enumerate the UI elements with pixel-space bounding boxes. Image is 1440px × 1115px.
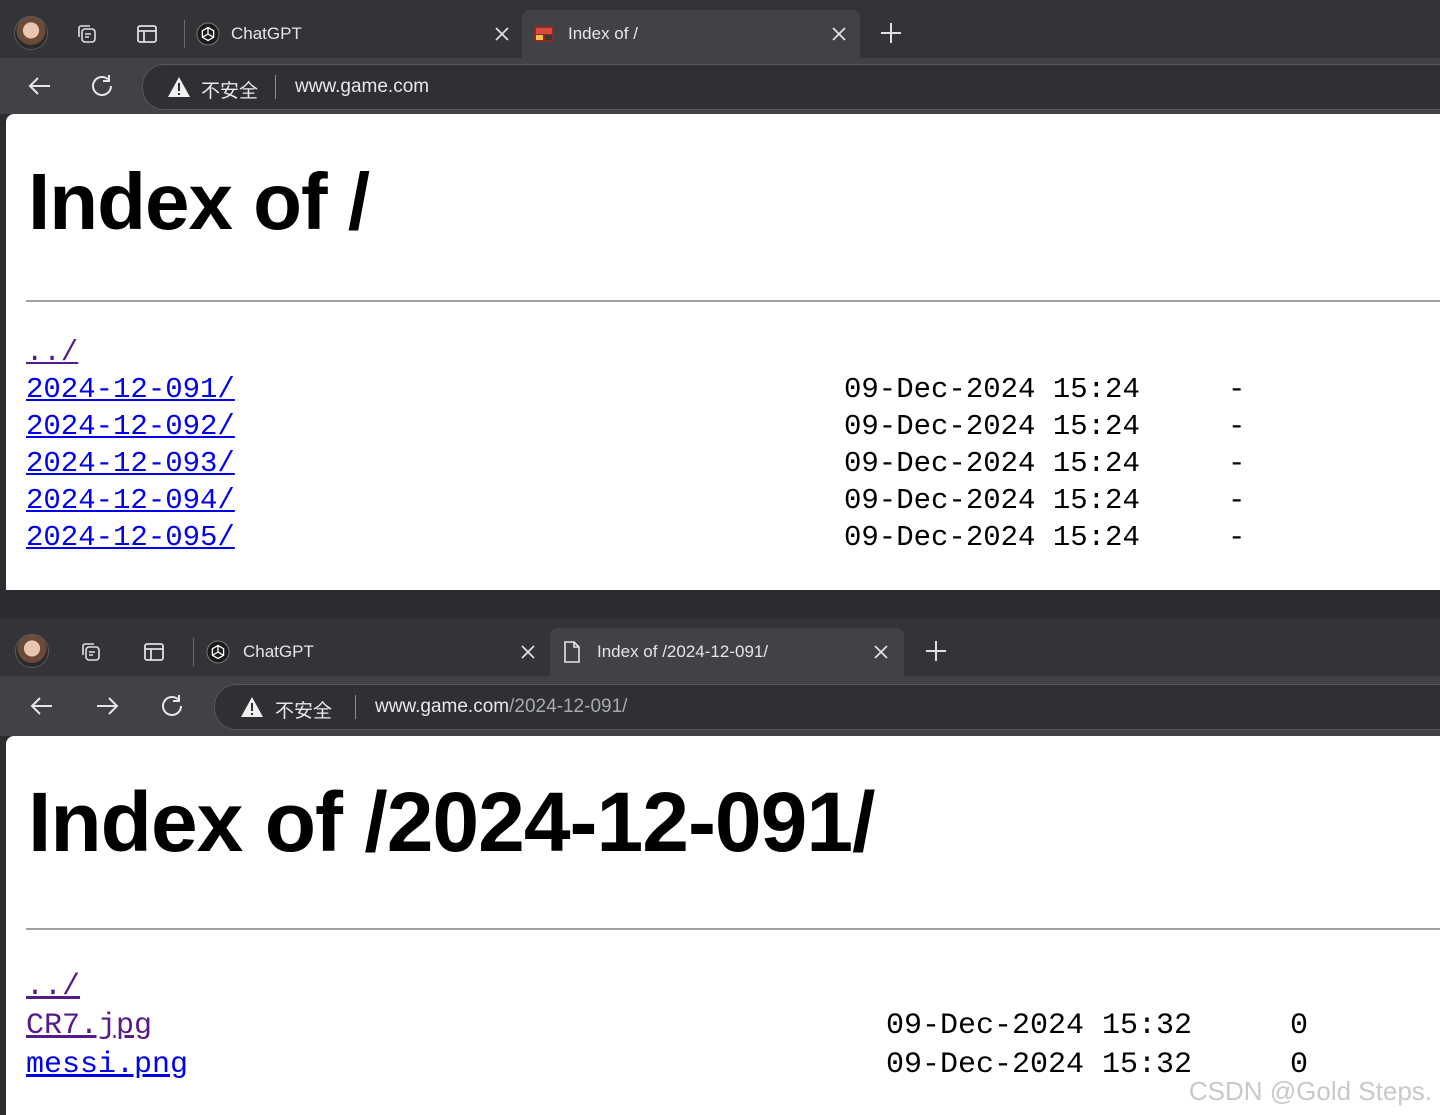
close-tab-icon[interactable] — [871, 642, 891, 662]
vertical-tabs-icon[interactable] — [142, 640, 166, 664]
warning-icon[interactable] — [167, 76, 191, 98]
chatgpt-icon — [206, 640, 230, 664]
tab-strip: ChatGPT Index of / — [0, 0, 1440, 58]
entry-link[interactable]: 2024-12-092/ — [26, 410, 235, 443]
forward-arrow-icon[interactable] — [93, 692, 121, 720]
page-icon — [560, 640, 584, 664]
page-content: Index of /2024-12-091/ ../ CR7.jpg 09-De… — [6, 736, 1440, 1115]
warning-icon[interactable] — [240, 696, 264, 718]
entry-date: 09-Dec-2024 15:24 — [844, 484, 1140, 517]
parent-directory-link[interactable]: ../ — [26, 970, 80, 1004]
tab-title: Index of /2024-12-091/ — [597, 642, 769, 661]
tab-chatgpt[interactable]: ChatGPT — [190, 10, 520, 58]
profile-avatar[interactable] — [15, 634, 49, 668]
tab-index-2024-12-091[interactable]: Index of /2024-12-091/ — [550, 628, 904, 676]
entry-size: - — [1228, 447, 1246, 480]
tab-chatgpt[interactable]: ChatGPT — [200, 628, 544, 676]
url-text[interactable]: www.game.com/2024-12-091/ — [375, 696, 627, 718]
security-label[interactable]: 不安全 — [201, 76, 258, 103]
entry-link[interactable]: 2024-12-095/ — [26, 521, 235, 554]
list-item: 2024-12-093/ 09-Dec-2024 15:24 - — [26, 447, 1245, 480]
entry-date: 09-Dec-2024 15:24 — [844, 373, 1140, 406]
entry-link[interactable]: messi.png — [26, 1048, 188, 1082]
tab-separator — [184, 20, 185, 48]
new-tab-icon[interactable] — [923, 638, 949, 664]
reload-icon[interactable] — [158, 692, 186, 720]
entry-link[interactable]: 2024-12-094/ — [26, 484, 235, 517]
entry-size: - — [1228, 410, 1246, 443]
divider — [26, 300, 1440, 302]
list-item: CR7.jpg 09-Dec-2024 15:32 0 — [26, 1009, 1308, 1043]
list-item: ../ — [26, 970, 80, 1004]
browser-window-top: ChatGPT Index of / 不安全 www.game.com Inde… — [0, 0, 1440, 590]
entry-link[interactable]: 2024-12-093/ — [26, 447, 235, 480]
page-heading: Index of /2024-12-091/ — [28, 775, 875, 869]
back-arrow-icon[interactable] — [28, 692, 56, 720]
url-host: www.game.com — [375, 696, 510, 717]
entry-size: - — [1228, 521, 1246, 554]
page-heading: Index of / — [28, 157, 370, 246]
entry-size: - — [1228, 373, 1246, 406]
entry-size: 0 — [1290, 1009, 1309, 1043]
url-path: /2024-12-091/ — [509, 696, 628, 717]
entry-size: - — [1228, 484, 1246, 517]
divider — [26, 928, 1440, 930]
list-item: ../ — [26, 336, 78, 369]
list-item: 2024-12-091/ 09-Dec-2024 15:24 - — [26, 373, 1245, 406]
list-item: 2024-12-094/ 09-Dec-2024 15:24 - — [26, 484, 1245, 517]
tab-title: ChatGPT — [243, 642, 314, 661]
close-tab-icon[interactable] — [518, 642, 538, 662]
entry-date: 09-Dec-2024 15:24 — [844, 521, 1140, 554]
vertical-tabs-icon[interactable] — [135, 22, 159, 46]
workspaces-icon[interactable] — [79, 640, 103, 664]
address-bar[interactable]: 不安全 www.game.com — [142, 64, 1440, 110]
chatgpt-icon — [196, 22, 220, 46]
url-host: www.game.com — [295, 76, 430, 97]
entry-link[interactable]: 2024-12-091/ — [26, 373, 235, 406]
tab-strip: ChatGPT Index of /2024-12-091/ — [0, 618, 1440, 676]
profile-avatar[interactable] — [14, 16, 48, 50]
tab-separator — [193, 638, 194, 666]
address-separator — [275, 75, 276, 99]
reload-icon[interactable] — [88, 72, 116, 100]
address-separator — [355, 695, 356, 719]
new-tab-icon[interactable] — [878, 20, 904, 46]
browser-toolbar: 不安全 www.game.com/2024-12-091/ — [0, 676, 1440, 736]
game-favicon — [532, 22, 556, 46]
close-tab-icon[interactable] — [829, 24, 849, 44]
watermark: CSDN @Gold Steps. — [1188, 1076, 1432, 1106]
list-item: messi.png 09-Dec-2024 15:32 0 — [26, 1048, 1308, 1082]
browser-window-bottom: ChatGPT Index of /2024-12-091/ 不安全 www.g… — [0, 618, 1440, 1115]
workspaces-icon[interactable] — [75, 22, 99, 46]
tab-title: Index of / — [568, 24, 638, 43]
list-item: 2024-12-095/ 09-Dec-2024 15:24 - — [26, 521, 1245, 554]
entry-date: 09-Dec-2024 15:32 — [886, 1048, 1193, 1082]
entry-date: 09-Dec-2024 15:24 — [844, 447, 1140, 480]
list-item: 2024-12-092/ 09-Dec-2024 15:24 - — [26, 410, 1245, 443]
close-tab-icon[interactable] — [492, 24, 512, 44]
tab-index-root[interactable]: Index of / — [522, 10, 860, 58]
entry-link[interactable]: CR7.jpg — [26, 1009, 152, 1043]
browser-toolbar: 不安全 www.game.com — [0, 58, 1440, 114]
page-content: Index of / ../ 2024-12-091/ 09-Dec-2024 … — [6, 114, 1440, 590]
parent-directory-link[interactable]: ../ — [26, 336, 78, 369]
back-arrow-icon[interactable] — [26, 72, 54, 100]
url-text[interactable]: www.game.com — [295, 76, 429, 98]
tab-title: ChatGPT — [231, 24, 302, 43]
address-bar[interactable]: 不安全 www.game.com/2024-12-091/ — [214, 684, 1440, 730]
entry-date: 09-Dec-2024 15:24 — [844, 410, 1140, 443]
entry-date: 09-Dec-2024 15:32 — [886, 1009, 1193, 1043]
security-label[interactable]: 不安全 — [275, 696, 332, 723]
